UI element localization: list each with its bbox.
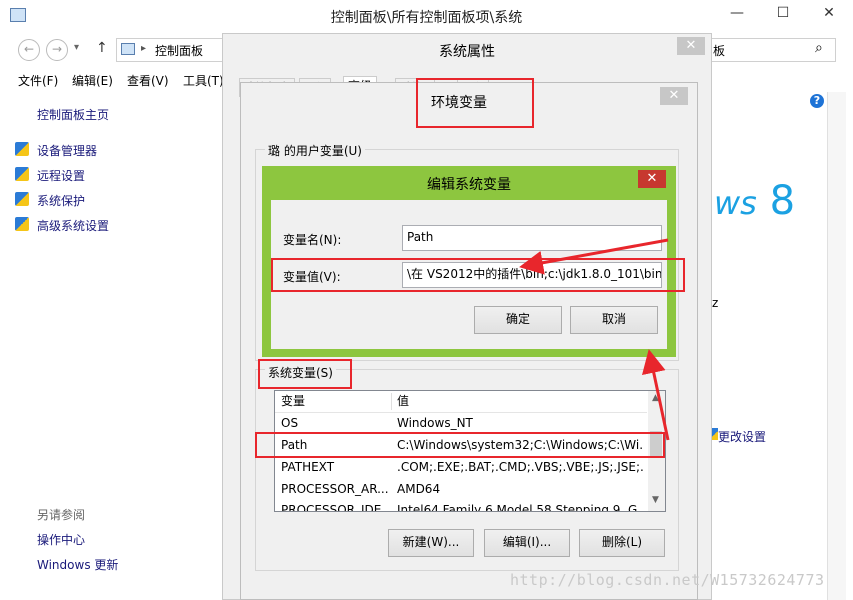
annotation-arrow-to-value <box>519 238 669 275</box>
watermark: http://blog.csdn.net/W15732624773 <box>510 571 825 589</box>
annotation-arrows <box>519 238 670 441</box>
annotation-arrow-to-edit <box>641 349 670 441</box>
